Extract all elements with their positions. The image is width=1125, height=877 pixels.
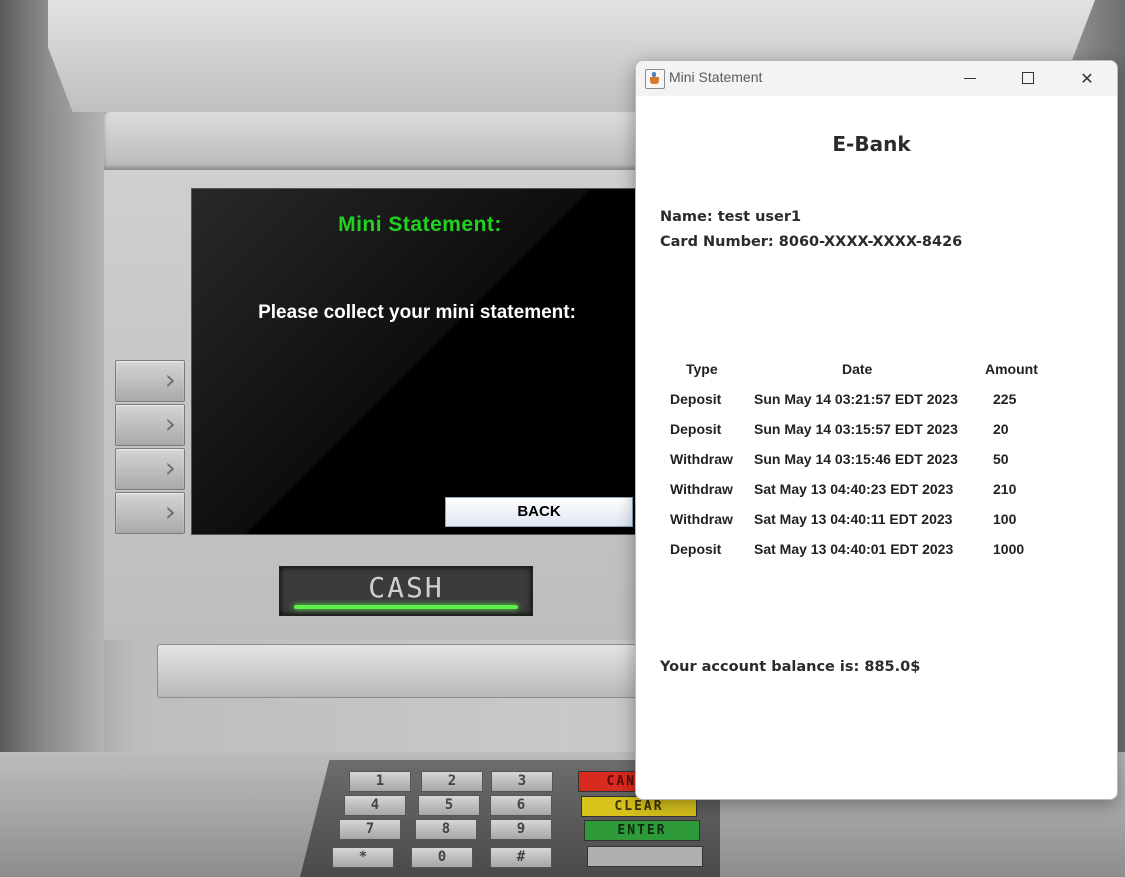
cash-dispenser: CASH [279,566,533,616]
key-9[interactable]: 9 [490,819,552,840]
cell-type: Withdraw [670,511,733,527]
chevron-right-icon: › [164,407,176,440]
card-slot-bar [157,644,659,698]
screen-title: Mini Statement: [338,213,502,236]
key-1[interactable]: 1 [349,771,411,792]
key-3[interactable]: 3 [491,771,553,792]
window-title: Mini Statement [669,69,763,85]
cell-type: Deposit [670,391,722,407]
chevron-right-icon: › [164,451,176,484]
cup-shape [650,77,659,84]
side-key-4[interactable]: › [115,492,185,534]
side-key-1[interactable]: › [115,360,185,402]
cell-date: Sat May 13 04:40:11 EDT 2023 [754,511,953,527]
atm-bezel-top [104,112,664,170]
cell-amount: 225 [993,391,1017,407]
key-0[interactable]: 0 [411,847,473,868]
close-icon: ✕ [1080,69,1094,88]
table-row: Deposit Sat May 13 04:40:01 EDT 2023 100… [636,541,1117,571]
cell-amount: 210 [993,481,1017,497]
chevron-right-icon: › [164,495,176,528]
side-key-3[interactable]: › [115,448,185,490]
side-key-2[interactable]: › [115,404,185,446]
screen-glare [192,189,642,534]
cash-label: CASH [368,571,444,604]
key-7[interactable]: 7 [339,819,401,840]
maximize-icon [1022,72,1034,84]
screen-message: Please collect your mini statement: [258,302,576,323]
table-row: Withdraw Sat May 13 04:40:23 EDT 2023 21… [636,481,1117,511]
cell-type: Withdraw [670,481,733,497]
cell-amount: 50 [993,451,1009,467]
key-8[interactable]: 8 [415,819,477,840]
chevron-right-icon: › [164,363,176,396]
account-balance: Your account balance is: 885.0$ [660,659,921,675]
key-2[interactable]: 2 [421,771,483,792]
bank-name: E-Bank [832,132,911,156]
cash-indicator-light [294,605,518,609]
header-amount: Amount [985,361,1038,377]
blank-key[interactable] [587,846,703,867]
cell-date: Sun May 14 03:21:57 EDT 2023 [754,391,958,407]
cell-amount: 1000 [993,541,1025,557]
enter-key[interactable]: ENTER [584,820,700,841]
minimize-icon [964,78,976,79]
key-star[interactable]: * [332,847,394,868]
customer-name: Name: test user1 [660,209,802,225]
cell-type: Deposit [670,541,722,557]
header-type: Type [686,361,718,377]
cell-amount: 100 [993,511,1017,527]
cell-type: Withdraw [670,451,733,467]
key-4[interactable]: 4 [344,795,406,816]
cell-date: Sun May 14 03:15:46 EDT 2023 [754,451,958,467]
cell-amount: 20 [993,421,1009,437]
header-date: Date [842,361,873,377]
key-hash[interactable]: # [490,847,552,868]
minimize-button[interactable] [941,61,999,96]
key-6[interactable]: 6 [490,795,552,816]
table-row: Deposit Sun May 14 03:15:57 EDT 2023 20 [636,421,1117,451]
key-5[interactable]: 5 [418,795,480,816]
cell-type: Deposit [670,421,722,437]
java-app-icon [645,69,665,89]
mini-statement-window: Mini Statement ✕ E-Bank Name: test user1… [635,60,1118,800]
maximize-button[interactable] [999,61,1057,96]
atm-screen: Mini Statement: Please collect your mini… [191,188,643,535]
table-row: Withdraw Sat May 13 04:40:11 EDT 2023 10… [636,511,1117,541]
cell-date: Sat May 13 04:40:23 EDT 2023 [754,481,954,497]
back-button[interactable]: BACK [445,497,633,527]
table-row: Deposit Sun May 14 03:21:57 EDT 2023 225 [636,391,1117,421]
window-titlebar[interactable]: Mini Statement ✕ [636,61,1117,96]
cell-date: Sun May 14 03:15:57 EDT 2023 [754,421,958,437]
atm-left-wall [0,0,48,877]
card-number: Card Number: 8060-XXXX-XXXX-8426 [660,234,963,250]
atm-panel-side [48,112,104,752]
cell-date: Sat May 13 04:40:01 EDT 2023 [754,541,954,557]
table-row: Withdraw Sun May 14 03:15:46 EDT 2023 50 [636,451,1117,481]
close-button[interactable]: ✕ [1058,61,1116,96]
